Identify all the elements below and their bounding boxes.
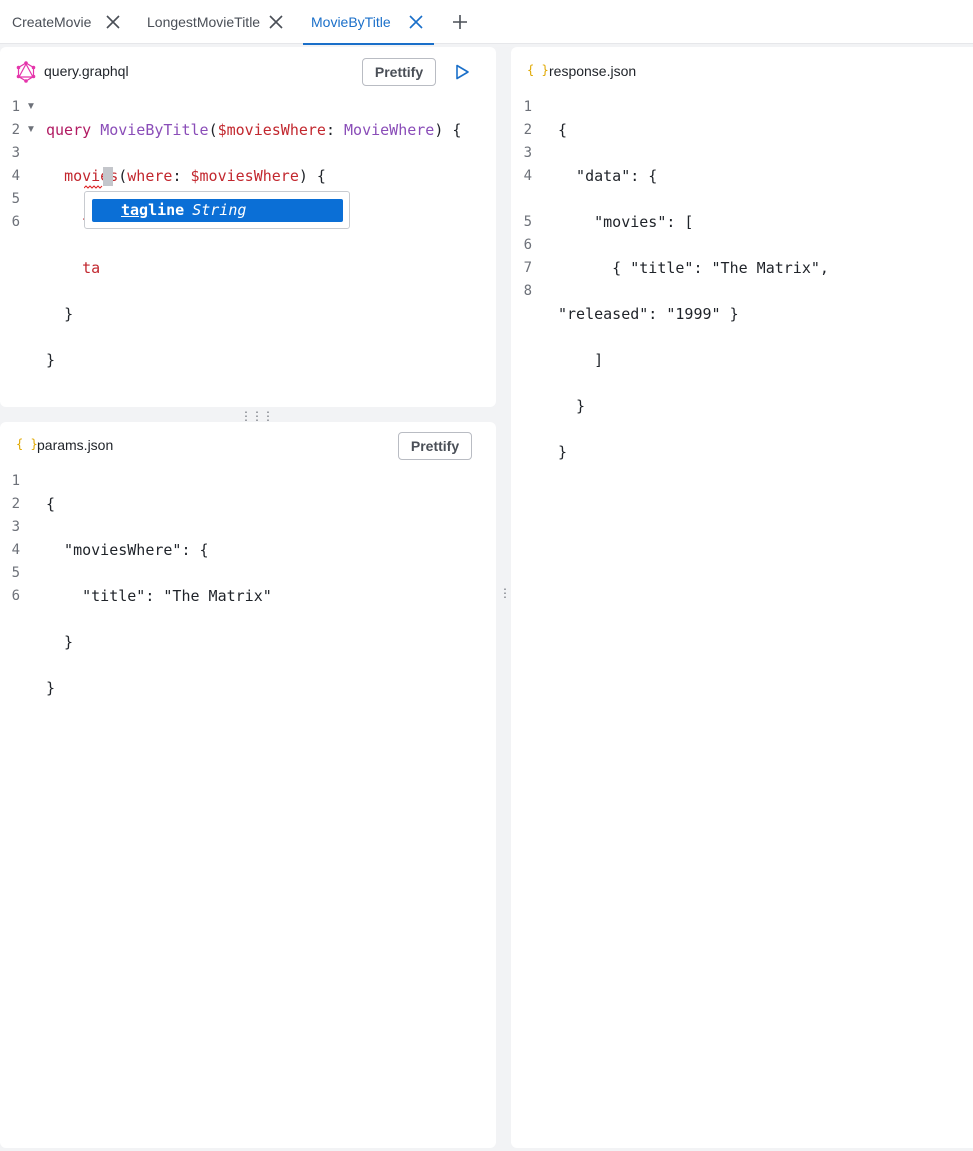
prettify-params-button[interactable]: Prettify	[398, 432, 472, 460]
prettify-query-button[interactable]: Prettify	[362, 58, 436, 86]
code-line: }	[46, 633, 74, 651]
tab-create-movie[interactable]: CreateMovie	[12, 0, 132, 44]
close-icon[interactable]	[267, 13, 285, 31]
tab-label: LongestMovieTitle	[147, 14, 261, 30]
code-line: }	[558, 397, 586, 415]
query-file-title: query.graphql	[44, 63, 129, 79]
error-squiggle	[84, 185, 103, 189]
params-code[interactable]: { "moviesWhere": { "title": "The Matrix"…	[46, 470, 272, 769]
vertical-resize-handle[interactable]: ⋮⋮	[499, 587, 523, 599]
tab-longest-movie-title[interactable]: LongestMovieTitle	[147, 0, 287, 44]
fold-arrow-icon[interactable]: ▼	[26, 124, 36, 135]
code-line: "title": "The Matrix"	[46, 587, 272, 605]
horizontal-resize-handle[interactable]: ⋮⋮⋮	[240, 409, 274, 423]
code-line: }	[558, 443, 568, 461]
code-line-6: }	[46, 351, 56, 369]
code-line: { "title": "The Matrix",	[558, 259, 829, 277]
autocomplete-popup: tagline String	[84, 191, 350, 229]
play-icon[interactable]	[453, 63, 471, 81]
code-line-5: }	[64, 305, 74, 323]
code-line: "moviesWhere": {	[46, 541, 209, 559]
code-line: "movies": [	[558, 213, 694, 231]
query-code[interactable]: query MovieByTitle($moviesWhere: MovieWh…	[46, 96, 461, 395]
code-line: ]	[558, 351, 604, 369]
json-braces-icon: { }	[527, 63, 549, 77]
code-line: }	[46, 679, 56, 697]
graphql-icon	[16, 61, 36, 83]
params-file-title: params.json	[37, 437, 114, 453]
response-line-numbers: 1 2 3 4 5 6 7 8	[523, 99, 532, 299]
text-cursor	[103, 167, 113, 186]
params-line-numbers: 1 2 3 4 5 6	[11, 473, 20, 604]
code-line: "released": "1999" }	[558, 305, 739, 323]
tab-movie-by-title[interactable]: MovieByTitle	[303, 0, 434, 45]
response-code: { "data": { "movies": [ { "title": "The …	[558, 96, 829, 533]
close-icon[interactable]	[407, 13, 425, 31]
query-line-numbers: 1 2 3 4 5 6	[11, 99, 20, 230]
plus-icon[interactable]	[450, 12, 470, 32]
autocomplete-item-tagline[interactable]: tagline String	[92, 199, 343, 222]
json-braces-icon: { }	[16, 437, 38, 451]
tab-label: MovieByTitle	[311, 14, 391, 30]
code-line-1: query MovieByTitle($moviesWhere: MovieWh…	[46, 121, 462, 139]
close-icon[interactable]	[104, 13, 122, 31]
tab-label: CreateMovie	[12, 14, 92, 30]
code-line: {	[46, 495, 56, 513]
tab-bar: CreateMovie LongestMovieTitle MovieByTit…	[0, 0, 973, 45]
code-line: {	[558, 121, 568, 139]
fold-arrow-icon[interactable]: ▼	[26, 101, 36, 112]
code-line-4: ta	[82, 259, 101, 277]
code-line: "data": {	[558, 167, 658, 185]
response-file-title: response.json	[549, 63, 637, 79]
active-tab-indicator	[303, 43, 434, 45]
